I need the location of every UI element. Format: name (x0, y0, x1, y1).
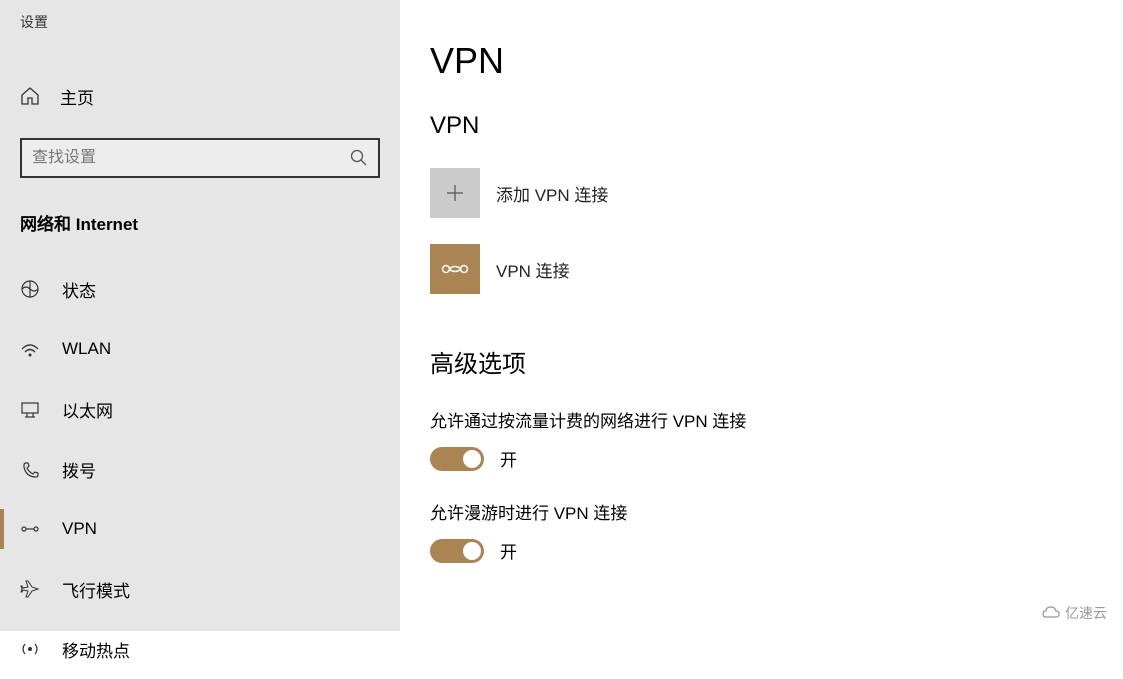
sidebar-item-ethernet[interactable]: 以太网 (0, 379, 400, 439)
ethernet-icon (20, 399, 40, 419)
hotspot-icon (20, 639, 40, 659)
watermark-text: 亿速云 (1065, 603, 1107, 623)
toggle-row-metered: 开 (430, 446, 1093, 471)
sidebar-item-dialup[interactable]: 拨号 (0, 439, 400, 499)
add-vpn-label: 添加 VPN 连接 (496, 181, 608, 206)
sidebar-item-label: 拨号 (62, 457, 96, 482)
sidebar-item-airplane[interactable]: 飞行模式 (0, 559, 400, 619)
sidebar-item-label: VPN (62, 519, 97, 539)
sidebar-item-status[interactable]: 状态 (0, 259, 400, 319)
setting-label-metered: 允许通过按流量计费的网络进行 VPN 连接 (430, 407, 1093, 432)
sidebar-item-wlan[interactable]: WLAN (0, 319, 400, 379)
setting-label-roaming: 允许漫游时进行 VPN 连接 (430, 499, 1093, 524)
vpn-connection-icon (430, 244, 480, 294)
home-label: 主页 (60, 84, 94, 109)
toggle-state-metered: 开 (500, 446, 517, 471)
sidebar: 设置 主页 网络和 Internet 状态 WLAN 以太网 (0, 0, 400, 631)
advanced-section: 高级选项 允许通过按流量计费的网络进行 VPN 连接 开 允许漫游时进行 VPN… (430, 344, 1093, 563)
vpn-connection-item[interactable]: VPN 连接 (430, 244, 1093, 294)
section-title: VPN (430, 112, 1093, 140)
home-icon (20, 86, 40, 106)
sidebar-item-label: WLAN (62, 339, 111, 359)
toggle-metered[interactable] (430, 447, 484, 471)
search-box[interactable] (20, 138, 380, 178)
advanced-title: 高级选项 (430, 344, 1093, 379)
plus-icon (430, 168, 480, 218)
sidebar-item-label: 飞行模式 (62, 577, 130, 602)
sidebar-item-label: 移动热点 (62, 637, 130, 662)
vpn-icon (20, 519, 40, 539)
category-header: 网络和 Internet (0, 210, 400, 235)
app-title: 设置 (0, 12, 400, 72)
sidebar-item-hotspot[interactable]: 移动热点 (0, 619, 400, 679)
main-content: VPN VPN 添加 VPN 连接 VPN 连接 高级选项 允许通过按流量计费的… (400, 0, 1123, 631)
dialup-icon (20, 459, 40, 479)
sidebar-item-label: 以太网 (62, 397, 113, 422)
vpn-connection-label: VPN 连接 (496, 257, 570, 282)
home-link[interactable]: 主页 (0, 72, 400, 120)
page-title: VPN (430, 40, 1093, 82)
wlan-icon (20, 339, 40, 359)
search-icon (350, 149, 368, 167)
status-icon (20, 279, 40, 299)
toggle-row-roaming: 开 (430, 538, 1093, 563)
airplane-icon (20, 579, 40, 599)
toggle-roaming[interactable] (430, 539, 484, 563)
sidebar-item-label: 状态 (62, 277, 96, 302)
sidebar-item-vpn[interactable]: VPN (0, 499, 400, 559)
watermark: 亿速云 (1041, 603, 1107, 623)
search-input[interactable] (32, 149, 350, 167)
add-vpn-button[interactable]: 添加 VPN 连接 (430, 168, 1093, 218)
toggle-state-roaming: 开 (500, 538, 517, 563)
